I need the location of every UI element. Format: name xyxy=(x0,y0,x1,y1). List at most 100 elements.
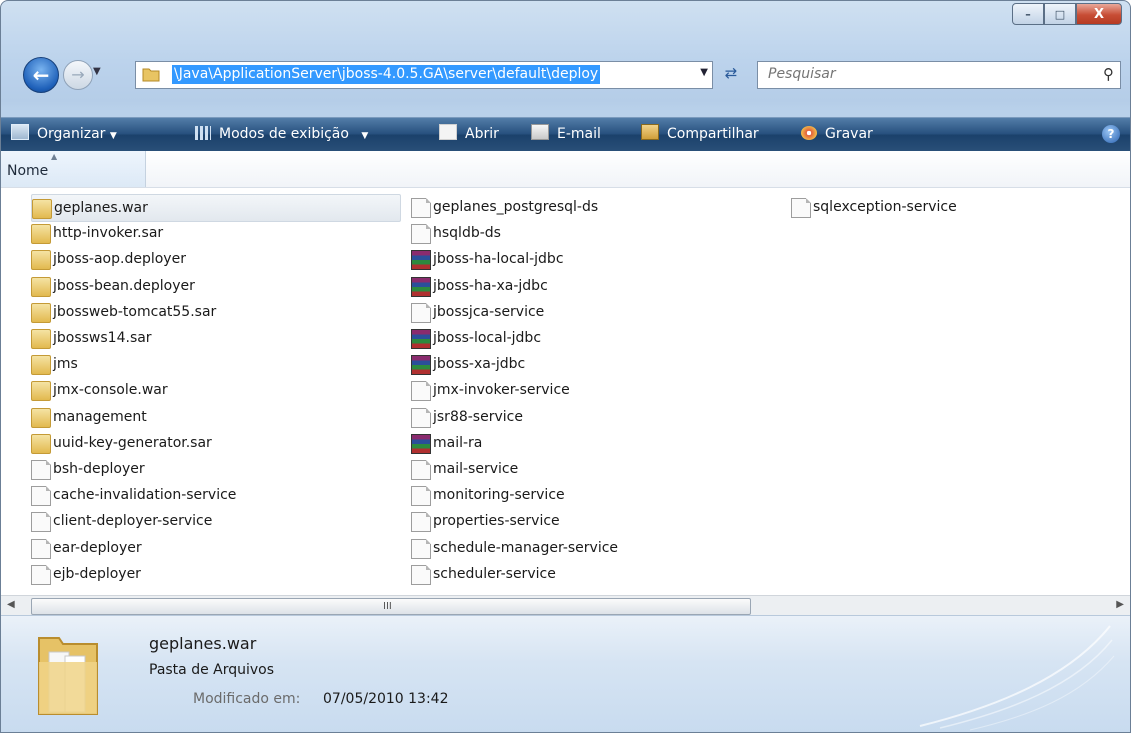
list-item-label: mail-service xyxy=(433,461,519,477)
list-item-label: jboss-aop.deployer xyxy=(53,251,186,268)
minimize-button[interactable]: – xyxy=(1012,3,1044,25)
details-type: Pasta de Arquivos xyxy=(149,662,275,678)
file-icon xyxy=(411,224,431,245)
modos-label: Modos de exibição xyxy=(219,126,349,142)
email-button[interactable]: E-mail xyxy=(531,118,601,151)
file-icon xyxy=(411,381,431,402)
abrir-button[interactable]: Abrir xyxy=(439,118,499,151)
folder-icon xyxy=(31,224,51,245)
list-item-label: client-deployer-service xyxy=(53,513,213,530)
organizar-label: Organizar xyxy=(37,126,106,142)
organizar-button[interactable]: Organizar ▼ xyxy=(11,118,117,151)
column-header-name[interactable]: ▲ Nome xyxy=(1,151,146,187)
folder-icon xyxy=(31,250,51,271)
file-icon xyxy=(411,564,431,585)
folder-icon xyxy=(31,302,51,323)
list-item-label: jbossws14.sar xyxy=(53,330,152,346)
address-row: ← → ▼ \Java\ApplicationServer\jboss-4.0.… xyxy=(1,56,1130,96)
file-icon xyxy=(411,460,431,480)
file-icon xyxy=(411,486,431,507)
column-header-name-label: Nome xyxy=(7,163,49,179)
scrollbar-grip: III xyxy=(383,601,392,612)
folder-icon xyxy=(31,433,51,454)
column-header-row: ▲ Nome xyxy=(1,151,1130,188)
horizontal-scrollbar[interactable]: ◀ III ▶ xyxy=(1,595,1130,616)
search-box[interactable]: ⚲ xyxy=(757,61,1121,89)
decorative-swoosh xyxy=(919,625,1115,731)
list-item-label: jboss-ha-xa-jdbc xyxy=(433,277,548,294)
file-icon xyxy=(31,564,51,585)
maximize-button[interactable]: □ xyxy=(1044,3,1076,25)
list-item-label: schedule-manager-service xyxy=(433,539,619,556)
sort-ascending-icon: ▲ xyxy=(51,152,58,161)
list-item-label: monitoring-service xyxy=(433,487,565,504)
back-arrow-icon: ← xyxy=(32,63,50,87)
refresh-icon[interactable]: ⇄ xyxy=(717,64,745,84)
forward-button[interactable]: → xyxy=(63,60,93,90)
folder-icon xyxy=(38,637,98,715)
chevron-down-icon: ▼ xyxy=(109,131,117,141)
help-icon[interactable]: ? xyxy=(1102,125,1120,143)
list-item-label: jboss-bean.deployer xyxy=(53,277,195,294)
list-item-label: bsh-deployer xyxy=(53,461,145,477)
window-controls: – □ X xyxy=(1012,3,1122,25)
folder-icon xyxy=(31,407,51,428)
file-icon xyxy=(31,486,51,507)
modos-button[interactable]: Modos de exibição ▼ xyxy=(195,118,368,151)
folder-icon xyxy=(32,199,52,219)
file-icon xyxy=(31,538,51,559)
search-icon[interactable]: ⚲ xyxy=(1103,65,1114,83)
list-item-label: http-invoker.sar xyxy=(53,225,164,242)
chevron-down-icon: ▼ xyxy=(361,131,369,141)
list-item-label: jbossweb-tomcat55.sar xyxy=(53,303,217,320)
list-item-label: jboss-xa-jdbc xyxy=(433,356,526,373)
scroll-right-icon[interactable]: ▶ xyxy=(1116,599,1124,610)
list-item-label: uuid-key-generator.sar xyxy=(53,434,212,451)
list-item-label: ear-deployer xyxy=(53,539,142,556)
details-pane: geplanes.war Pasta de Arquivos Modificad… xyxy=(1,615,1130,732)
details-name: geplanes.war xyxy=(149,634,257,653)
scrollbar-thumb[interactable]: III xyxy=(31,598,751,615)
list-item-label: jmx-invoker-service xyxy=(433,382,570,399)
recent-pages-dropdown[interactable]: ▼ xyxy=(93,66,101,77)
gravar-button[interactable]: Gravar xyxy=(801,118,873,151)
list-item-label: management xyxy=(53,408,147,425)
list-item-label: cache-invalidation-service xyxy=(53,487,237,504)
search-input[interactable] xyxy=(766,65,1070,83)
folder-icon xyxy=(31,355,51,376)
address-path[interactable]: \Java\ApplicationServer\jboss-4.0.5.GA\s… xyxy=(172,65,601,84)
address-dropdown-icon[interactable]: ▼ xyxy=(700,67,708,78)
file-list: geplanes.war http-invoker.sar jboss-aop.de… xyxy=(1,188,1130,595)
list-item-label: geplanes_postgresql-ds xyxy=(433,199,599,215)
address-bar[interactable]: \Java\ApplicationServer\jboss-4.0.5.GA\s… xyxy=(135,61,713,89)
list-item-label: jsr88-service xyxy=(433,408,523,425)
list-item-label: jmx-console.war xyxy=(53,382,168,399)
list-item[interactable]: geplanes.war xyxy=(31,194,401,222)
compartilhar-button[interactable]: Compartilhar xyxy=(641,118,759,151)
forward-arrow-icon: → xyxy=(71,65,85,84)
views-icon xyxy=(195,126,211,140)
file-icon xyxy=(411,198,431,218)
email-icon xyxy=(531,124,549,140)
command-bar: Organizar ▼ Modos de exibição ▼ Abrir E-… xyxy=(1,117,1130,152)
folder-icon xyxy=(31,381,51,402)
file-icon xyxy=(411,538,431,559)
share-icon xyxy=(641,124,659,140)
list-item-label: jms xyxy=(53,356,78,373)
organize-icon xyxy=(11,124,29,140)
file-icon xyxy=(411,407,431,428)
list-item-label: jboss-ha-local-jdbc xyxy=(433,251,564,268)
file-icon xyxy=(411,302,431,323)
list-item-label: scheduler-service xyxy=(433,565,556,582)
list-item-label: jboss-local-jdbc xyxy=(433,330,542,346)
archive-icon xyxy=(411,276,431,297)
title-bar: – □ X xyxy=(1,1,1130,41)
compartilhar-label: Compartilhar xyxy=(667,126,759,142)
list-item-label: jbossjca-service xyxy=(433,303,545,320)
burn-disc-icon xyxy=(801,126,817,140)
folder-icon xyxy=(31,276,51,297)
details-modified-value: 07/05/2010 13:42 xyxy=(323,691,449,707)
back-button[interactable]: ← xyxy=(23,57,59,93)
scroll-left-icon[interactable]: ◀ xyxy=(7,599,15,610)
close-button[interactable]: X xyxy=(1076,3,1122,25)
